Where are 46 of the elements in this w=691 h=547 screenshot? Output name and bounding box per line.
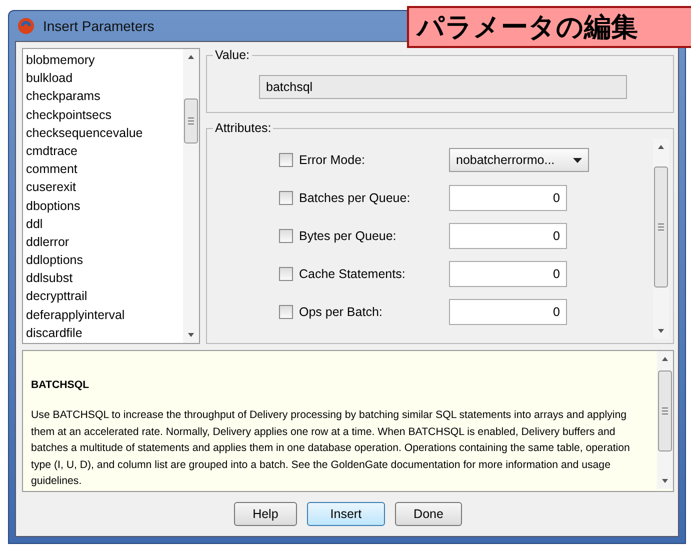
parameter-item[interactable]: cuserexit xyxy=(23,178,183,196)
parameter-item[interactable]: dboptions xyxy=(23,196,183,215)
attribute-label: Ops per Batch: xyxy=(299,305,384,319)
checkbox[interactable] xyxy=(279,229,293,243)
attribute-label: Cache Statements: xyxy=(299,267,406,281)
description-title: BATCHSQL xyxy=(31,378,90,393)
parameter-item[interactable]: ddloptions xyxy=(23,251,183,270)
parameter-item[interactable]: ddl xyxy=(23,214,183,233)
checkbox[interactable] xyxy=(279,153,293,167)
attribute-label: Batches per Queue: xyxy=(299,191,412,205)
checkbox[interactable] xyxy=(279,267,293,281)
banner-caption: パラメータの編集 xyxy=(407,6,691,48)
parameter-item[interactable]: discardfile xyxy=(23,324,183,342)
error-mode-dropdown[interactable]: nobatcherrormo... xyxy=(449,148,589,172)
parameter-item[interactable]: checkpointsecs xyxy=(23,106,183,124)
window-title: Insert Parameters xyxy=(43,18,154,34)
parameter-item[interactable]: cmdtrace xyxy=(23,142,183,160)
scrollbar[interactable] xyxy=(183,49,199,343)
parameter-item[interactable]: ddlsubst xyxy=(23,269,183,288)
caret-icon xyxy=(573,158,582,162)
scrollbar[interactable] xyxy=(657,351,673,489)
app-logo-icon xyxy=(17,17,35,35)
description-text: Use BATCHSQL to increase the throughput of Delivery processing by batching similar SQL statements into arrays and applying them at an accelerated rate. Normally, Delivery applies one row at a time. When BATCHSQL is enabled, Delivery buffers and batches a multitude of statements and applies them in one database operation. Operations containing the same table, operation type (I, U, D), and column list are grouped into a batch. See the GoldenGate documentation for more information and usage guidelines. xyxy=(31,409,630,488)
parameter-item[interactable]: checkparams xyxy=(23,87,183,106)
group-label: Value: xyxy=(214,48,251,62)
dialog-button[interactable]: Insert xyxy=(307,502,385,526)
dialog-button[interactable]: Done xyxy=(394,502,462,526)
dialog-button[interactable]: Help xyxy=(234,502,298,526)
number-field[interactable]: 0 xyxy=(449,261,567,287)
parameter-item[interactable]: checksequencevalue xyxy=(23,124,183,142)
parameter-item[interactable]: comment xyxy=(23,160,183,178)
parameter-item[interactable]: blobmemory xyxy=(23,51,183,70)
number-field[interactable]: 0 xyxy=(449,185,567,211)
checkbox[interactable] xyxy=(279,305,293,319)
group-label: Attributes: xyxy=(214,121,272,135)
parameter-item[interactable]: deferapplyinterval xyxy=(23,306,183,324)
attribute-label: Error Mode: xyxy=(299,153,366,167)
checkbox[interactable] xyxy=(279,191,293,205)
parameter-item[interactable]: ddlerror xyxy=(23,232,183,252)
number-field[interactable]: 0 xyxy=(449,299,567,325)
attribute-label: Bytes per Queue: xyxy=(299,229,398,243)
number-field[interactable]: 0 xyxy=(449,223,567,249)
parameter-item[interactable]: decrypttrail xyxy=(23,287,183,306)
parameter-item[interactable]: bulkload xyxy=(23,69,183,88)
scrollbar[interactable] xyxy=(653,139,669,339)
value-field[interactable]: batchsql xyxy=(259,75,627,99)
